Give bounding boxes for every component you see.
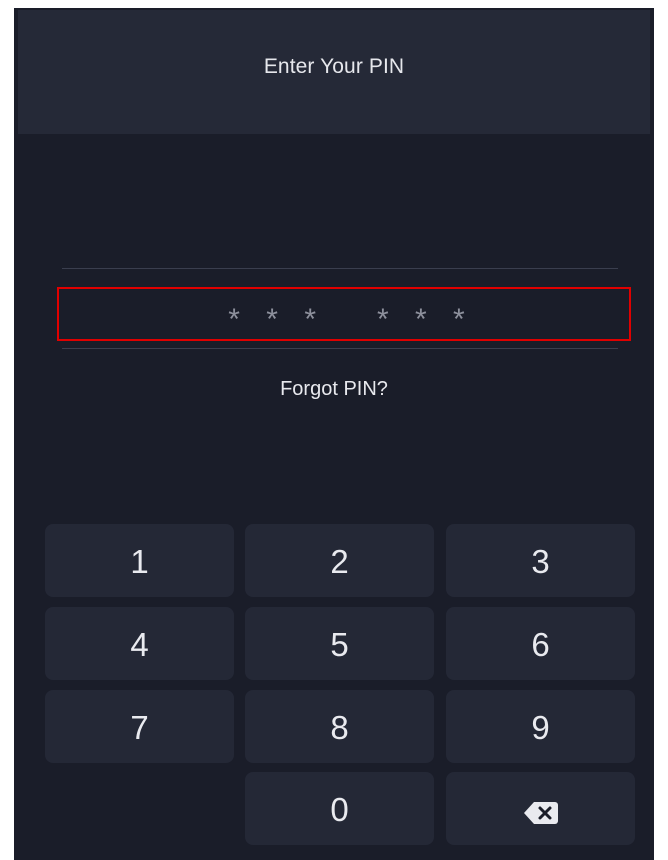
- key-2[interactable]: 2: [245, 524, 434, 597]
- pin-input-field[interactable]: * * * * * *: [57, 287, 631, 341]
- key-label: 5: [330, 625, 349, 663]
- key-label: 8: [330, 708, 349, 746]
- forgot-pin-link[interactable]: Forgot PIN?: [0, 378, 668, 401]
- key-1[interactable]: 1: [45, 524, 234, 597]
- key-5[interactable]: 5: [245, 607, 434, 680]
- key-label: 3: [531, 542, 550, 580]
- key-label: 0: [330, 790, 349, 828]
- key-6[interactable]: 6: [446, 607, 635, 680]
- key-label: 4: [130, 625, 149, 663]
- pin-top-divider: [62, 268, 618, 269]
- key-label: 2: [330, 542, 349, 580]
- key-label: 9: [531, 708, 550, 746]
- key-label: 7: [130, 708, 149, 746]
- pin-header: Enter Your PIN: [18, 10, 650, 134]
- pin-bottom-divider: [62, 348, 618, 349]
- key-9[interactable]: 9: [446, 690, 635, 763]
- pin-masked-value: * * * * * *: [228, 303, 474, 336]
- key-8[interactable]: 8: [245, 690, 434, 763]
- backspace-icon: [523, 796, 559, 824]
- backspace-button[interactable]: [446, 772, 635, 845]
- key-label: 6: [531, 625, 550, 663]
- key-0[interactable]: 0: [245, 772, 434, 845]
- key-empty: [45, 772, 234, 845]
- key-4[interactable]: 4: [45, 607, 234, 680]
- page-title: Enter Your PIN: [263, 55, 405, 78]
- key-label: 1: [130, 542, 149, 580]
- key-3[interactable]: 3: [446, 524, 635, 597]
- key-7[interactable]: 7: [45, 690, 234, 763]
